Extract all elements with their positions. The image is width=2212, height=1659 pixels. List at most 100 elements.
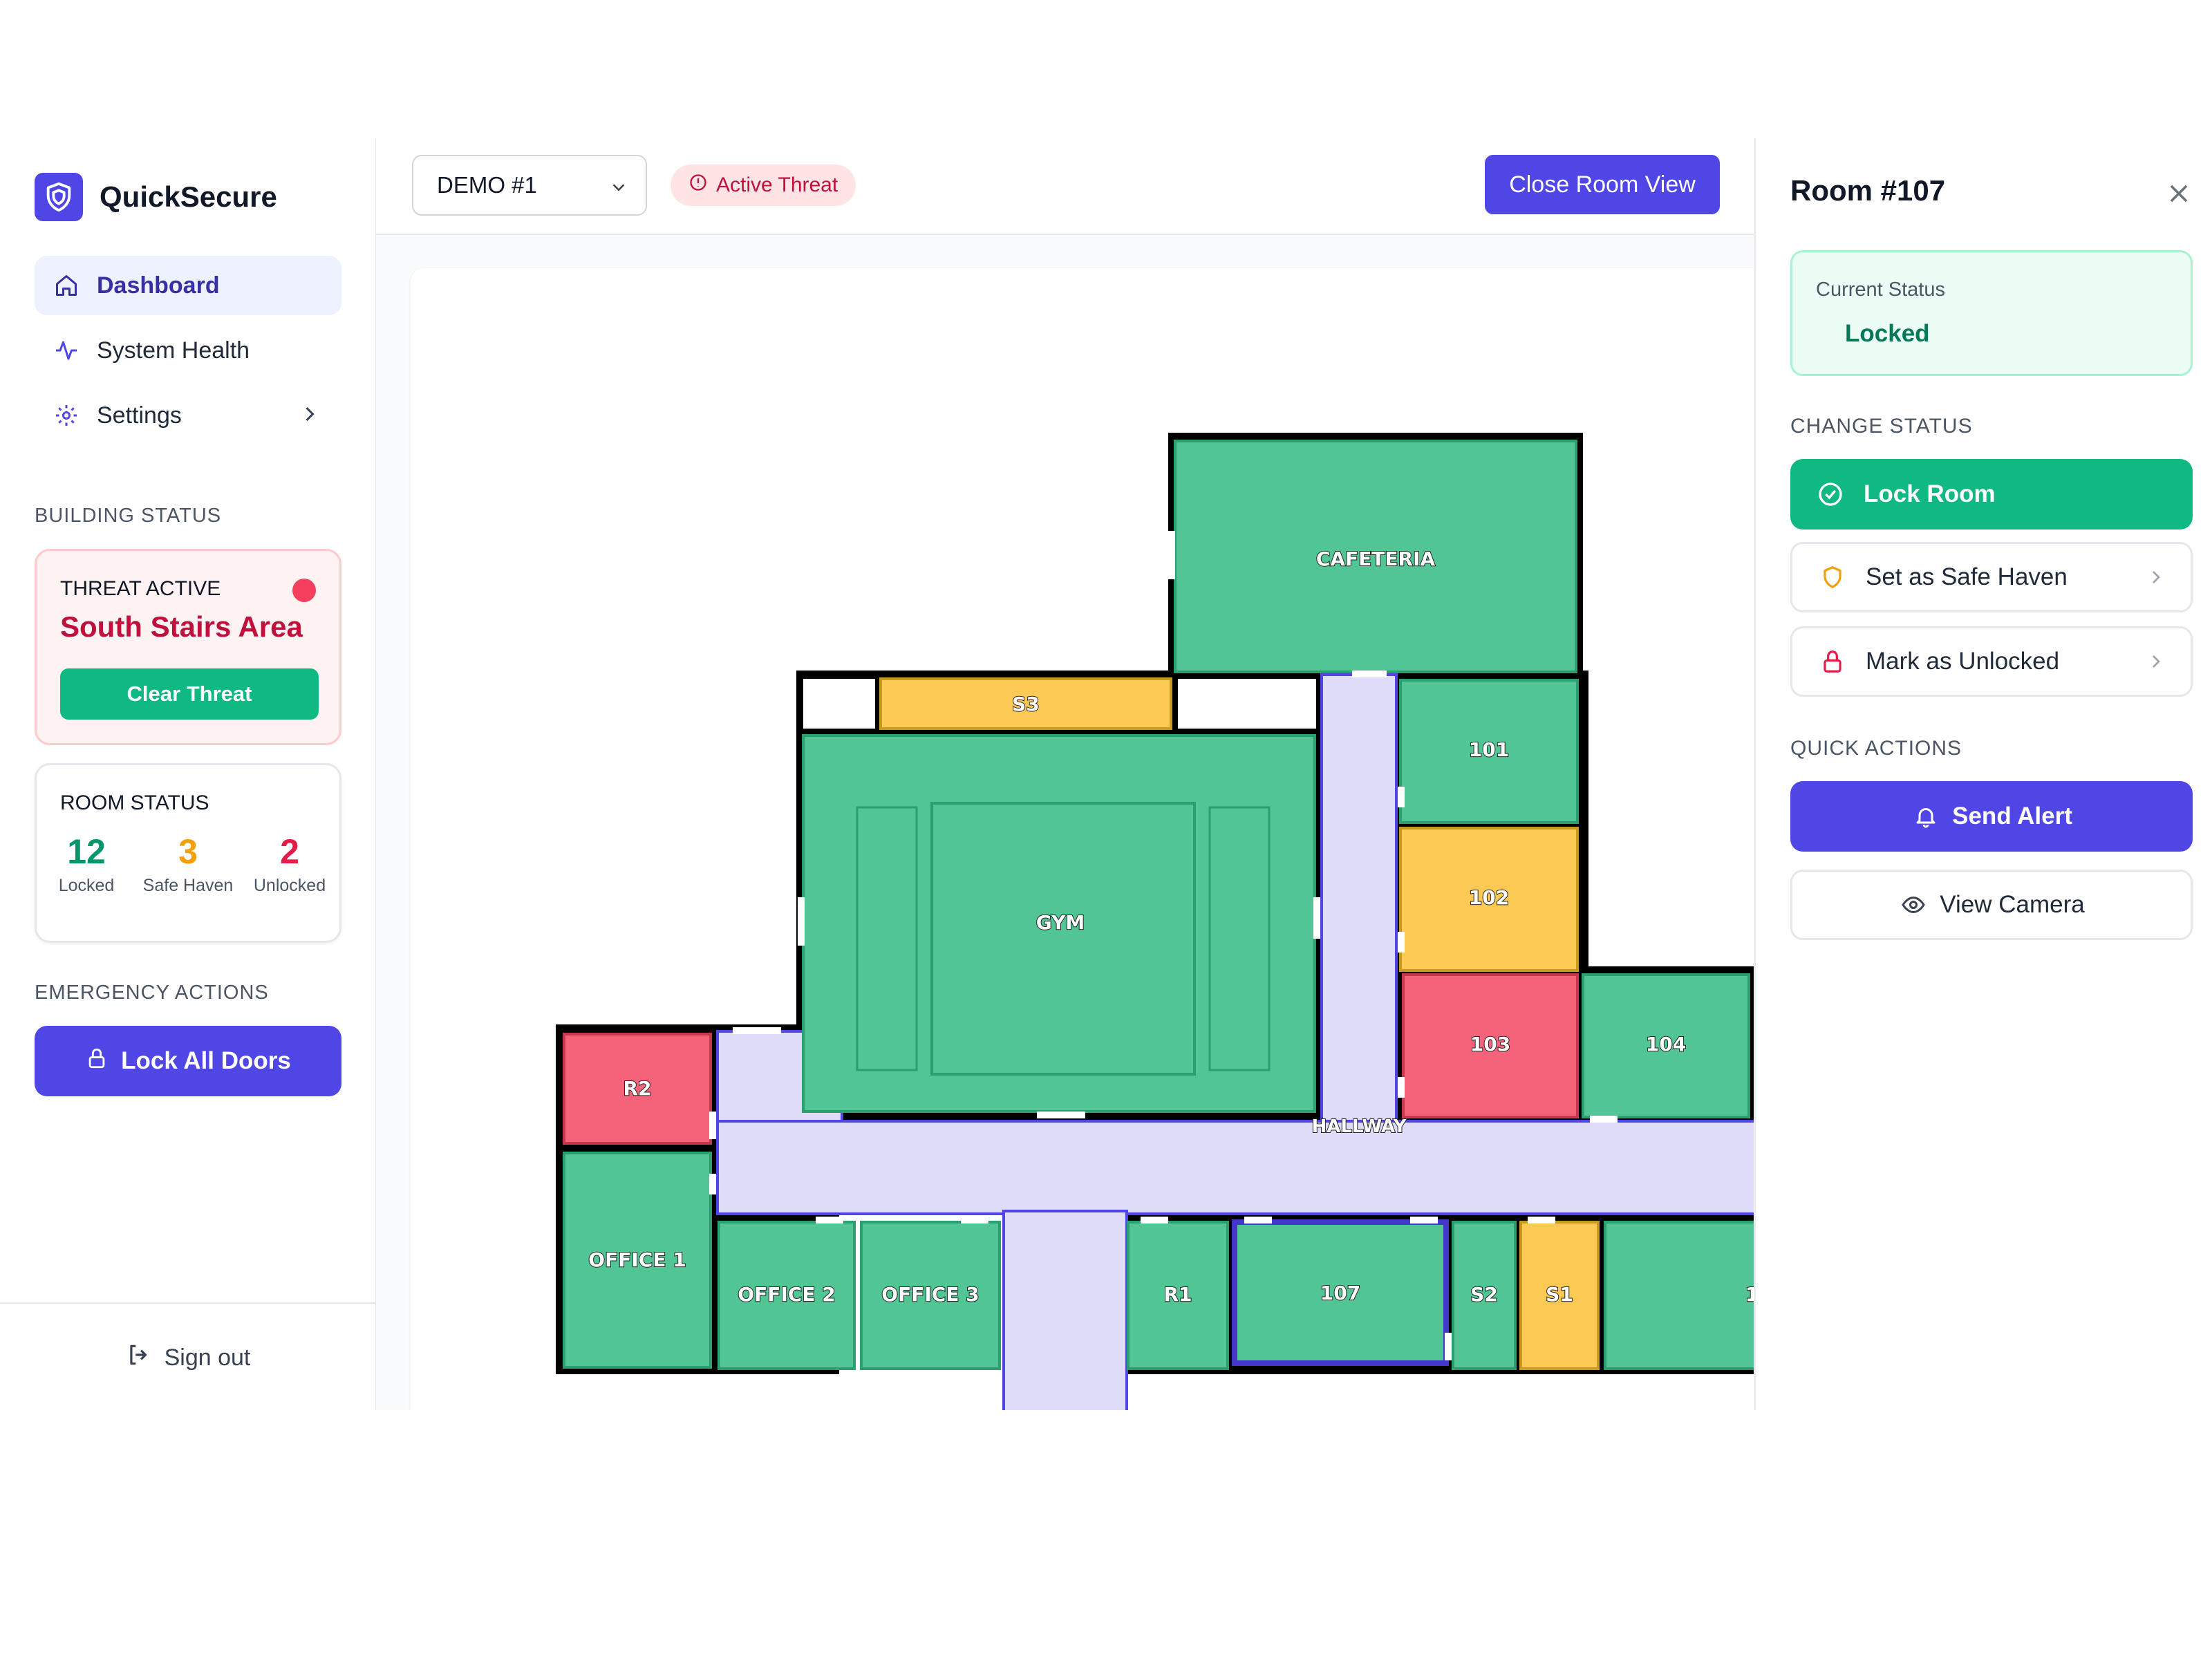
stat-value: 12 <box>67 832 106 871</box>
set-safe-haven-button[interactable]: Set as Safe Haven <box>1790 542 2193 612</box>
lock-icon <box>1817 646 1848 677</box>
stat-value: 2 <box>280 832 299 871</box>
room-label: S1 <box>1546 1283 1573 1306</box>
nav-item-label: Dashboard <box>97 272 220 299</box>
nav-item-label: Settings <box>97 402 182 429</box>
demo-select-value: DEMO #1 <box>437 172 537 198</box>
room-label: R2 <box>623 1077 651 1100</box>
stat-safe-haven: 3 Safe Haven <box>140 832 236 896</box>
active-threat-badge: Active Threat <box>671 165 856 206</box>
chevron-right-icon <box>297 402 322 433</box>
room-label: OFFICE 1 <box>588 1248 686 1271</box>
room-102[interactable]: 102 <box>1399 827 1579 972</box>
chevron-down-icon <box>608 177 629 203</box>
room-s3[interactable]: S3 <box>879 677 1172 730</box>
threat-area: South Stairs Area <box>60 610 303 643</box>
room-label: CAFETERIA <box>1316 547 1436 570</box>
room-label: 106 <box>1745 1283 1754 1306</box>
top-bar: DEMO #1 Active Threat Close Room View <box>376 138 1754 235</box>
close-icon[interactable] <box>2164 178 2194 209</box>
threat-card: THREAT ACTIVE South Stairs Area Clear Th… <box>35 549 341 745</box>
set-safe-haven-label: Set as Safe Haven <box>1866 563 2068 590</box>
nav-item-system-health[interactable]: System Health <box>35 321 341 380</box>
current-status-value: Locked <box>1845 320 1930 347</box>
stat-locked: 12 Locked <box>38 832 135 896</box>
brand-name: QuickSecure <box>100 180 277 213</box>
home-icon <box>53 272 80 299</box>
current-status-card: Current Status Locked <box>1790 250 2193 376</box>
threat-label: THREAT ACTIVE <box>60 577 221 600</box>
lock-room-label: Lock Room <box>1864 480 1996 507</box>
send-alert-button[interactable]: Send Alert <box>1790 781 2193 852</box>
room-103[interactable]: 103 <box>1402 973 1579 1118</box>
room-r2[interactable]: R2 <box>563 1033 712 1145</box>
room-label: OFFICE 2 <box>738 1283 835 1306</box>
view-camera-button[interactable]: View Camera <box>1790 870 2193 940</box>
lock-room-button[interactable]: Lock Room <box>1790 459 2193 529</box>
hallway-label: HALLWAY <box>1312 1116 1407 1137</box>
sign-out-label: Sign out <box>164 1344 251 1371</box>
clear-threat-button[interactable]: Clear Threat <box>60 668 319 720</box>
room-107[interactable]: 107 <box>1232 1219 1449 1366</box>
floorplan-map: HALLWAY CAFETERIA S3 GYM 101 102 103 104… <box>556 433 1754 1410</box>
lock-all-doors-button[interactable]: Lock All Doors <box>35 1026 341 1096</box>
room-label: GYM <box>1036 911 1085 934</box>
app-window: QuickSecure Dashboard System Health Sett… <box>0 138 2212 1410</box>
stat-label: Unlocked <box>253 876 326 895</box>
lock-all-doors-label: Lock All Doors <box>121 1047 291 1074</box>
quick-actions-title: QUICK ACTIONS <box>1790 737 1962 760</box>
chevron-right-icon <box>2145 566 2167 594</box>
room-office-2[interactable]: OFFICE 2 <box>718 1221 856 1370</box>
room-detail-panel: Room #107 Current Status Locked CHANGE S… <box>1754 138 2212 1410</box>
sign-out-button[interactable]: Sign out <box>0 1302 376 1410</box>
room-label: 104 <box>1646 1033 1686 1056</box>
room-office-1[interactable]: OFFICE 1 <box>563 1152 712 1369</box>
brand: QuickSecure <box>35 173 277 221</box>
room-status-card: ROOM STATUS 12 Locked 3 Safe Haven 2 Unl… <box>35 763 341 943</box>
room-101[interactable]: 101 <box>1399 679 1579 824</box>
room-label: R1 <box>1163 1283 1192 1306</box>
stat-label: Safe Haven <box>142 876 234 895</box>
shield-icon <box>1817 562 1848 592</box>
room-s2[interactable]: S2 <box>1452 1221 1517 1370</box>
room-office-3[interactable]: OFFICE 3 <box>860 1221 1001 1370</box>
room-cafeteria[interactable]: CAFETERIA <box>1174 440 1577 673</box>
stat-unlocked: 2 Unlocked <box>241 832 338 896</box>
main-nav: Dashboard System Health Settings <box>35 256 341 451</box>
room-r1[interactable]: R1 <box>1127 1221 1229 1370</box>
change-status-title: CHANGE STATUS <box>1790 415 1973 438</box>
mark-unlocked-label: Mark as Unlocked <box>1866 648 2060 675</box>
mark-unlocked-button[interactable]: Mark as Unlocked <box>1790 626 2193 697</box>
room-104[interactable]: 104 <box>1582 973 1750 1118</box>
map-area: HALLWAY CAFETERIA S3 GYM 101 102 103 104… <box>376 235 1754 1410</box>
room-s1[interactable]: S1 <box>1519 1221 1600 1370</box>
stat-label: Locked <box>58 876 115 895</box>
demo-select[interactable]: DEMO #1 <box>412 155 647 216</box>
nav-item-dashboard[interactable]: Dashboard <box>35 256 341 315</box>
alert-circle-icon <box>688 173 708 198</box>
nav-item-settings[interactable]: Settings <box>35 386 341 445</box>
building-status-title: BUILDING STATUS <box>35 505 222 527</box>
room-106[interactable]: 106 <box>1604 1221 1754 1370</box>
room-label: 101 <box>1469 738 1509 761</box>
room-label: OFFICE 3 <box>881 1283 979 1306</box>
close-room-view-button[interactable]: Close Room View <box>1485 155 1720 214</box>
chevron-right-icon <box>2145 650 2167 679</box>
room-gym[interactable]: GYM <box>802 734 1316 1113</box>
floorplan-card: HALLWAY CAFETERIA S3 GYM 101 102 103 104… <box>411 268 1754 1410</box>
room-label: S3 <box>1012 693 1040 715</box>
nav-item-label: System Health <box>97 337 250 364</box>
emergency-actions-title: EMERGENCY ACTIONS <box>35 982 269 1004</box>
room-label: 103 <box>1470 1033 1510 1056</box>
room-status-title: ROOM STATUS <box>60 791 209 814</box>
view-camera-label: View Camera <box>1940 891 2085 918</box>
active-threat-label: Active Threat <box>716 174 838 196</box>
lock-icon <box>85 1047 109 1076</box>
gear-icon <box>53 402 80 429</box>
send-alert-label: Send Alert <box>1952 803 2072 830</box>
room-label: S2 <box>1470 1283 1498 1306</box>
current-status-label: Current Status <box>1816 279 1945 301</box>
shield-logo-icon <box>35 173 83 221</box>
check-circle-icon <box>1815 479 1846 509</box>
bell-icon <box>1911 801 1941 832</box>
